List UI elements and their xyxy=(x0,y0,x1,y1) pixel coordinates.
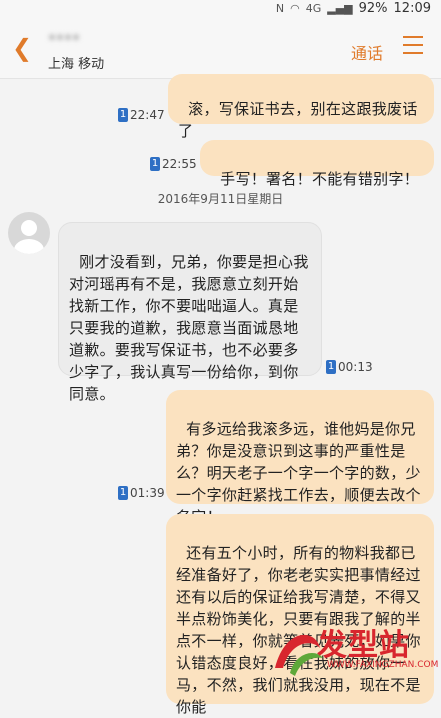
watermark-text: 发型站 xyxy=(317,628,410,663)
message-time: 01:39 xyxy=(130,486,165,500)
call-button[interactable]: 通话 xyxy=(351,40,383,64)
sim-card-icon: 1 xyxy=(118,108,128,122)
site-watermark: 发型站 WWW.FAXINGZHAN.COM xyxy=(265,618,439,680)
sim-card-icon: 1 xyxy=(118,486,128,500)
contact-carrier: 上海 移动 xyxy=(48,57,105,72)
menu-icon[interactable] xyxy=(403,36,423,54)
message-bubble-outgoing[interactable]: 手写！署名！不能有错别字！ xyxy=(200,140,434,188)
message-meta: 1 22:55 xyxy=(150,157,197,171)
message-text: 刚才没看到，兄弟，你要是担心我对河瑶再有不是，我愿意立刻开始找新工作，你不要咄咄… xyxy=(69,253,309,403)
contact-avatar[interactable] xyxy=(8,212,50,254)
clock: 12:09 xyxy=(393,1,431,16)
wifi-icon: ◠ xyxy=(290,2,300,15)
date-separator: 2016年9月11日星期日 xyxy=(157,192,284,206)
back-arrow-icon[interactable]: ❮ xyxy=(12,36,32,60)
signal-icon: ▂▄▆ xyxy=(327,2,353,15)
watermark-url: WWW.FAXINGZHAN.COM xyxy=(327,660,439,670)
message-bubble-outgoing[interactable]: 有多远给我滚多远，谁他妈是你兄弟？你是没意识到这事的严重性是么？明天老子一个字一… xyxy=(166,390,434,526)
message-meta: 1 01:39 xyxy=(118,486,165,500)
message-time: 00:13 xyxy=(338,360,373,374)
sim-card-icon: 1 xyxy=(326,360,336,374)
message-time: 22:55 xyxy=(162,157,197,171)
contact-name: **** xyxy=(48,30,80,49)
person-icon xyxy=(14,220,44,254)
message-text: 滚，写保证书去，别在这跟我废话了 xyxy=(178,100,418,140)
conversation-header: ❮ **** 上海 移动 通话 xyxy=(0,20,441,79)
message-bubble-incoming[interactable]: 刚才没看到，兄弟，你要是担心我对河瑶再有不是，我愿意立刻开始找新工作，你不要咄咄… xyxy=(58,222,322,403)
sim-card-icon: 1 xyxy=(150,157,160,171)
status-bar: N ◠ 4G ▂▄▆ 92% 12:09 xyxy=(0,0,441,20)
message-meta: 1 22:47 xyxy=(118,108,165,122)
message-text: 手写！署名！不能有错别字！ xyxy=(220,170,420,188)
message-bubble-outgoing[interactable]: 滚，写保证书去，别在这跟我废话了 xyxy=(168,74,434,140)
message-time: 22:47 xyxy=(130,108,165,122)
nfc-icon: N xyxy=(275,2,285,15)
battery-level: 92% xyxy=(358,1,388,16)
message-meta: 1 00:13 xyxy=(326,360,373,374)
message-text: 有多远给我滚多远，谁他妈是你兄弟？你是没意识到这事的严重性是么？明天老子一个字一… xyxy=(176,420,421,526)
logo-swirl-icon xyxy=(275,634,323,676)
network-type: 4G xyxy=(305,2,322,15)
